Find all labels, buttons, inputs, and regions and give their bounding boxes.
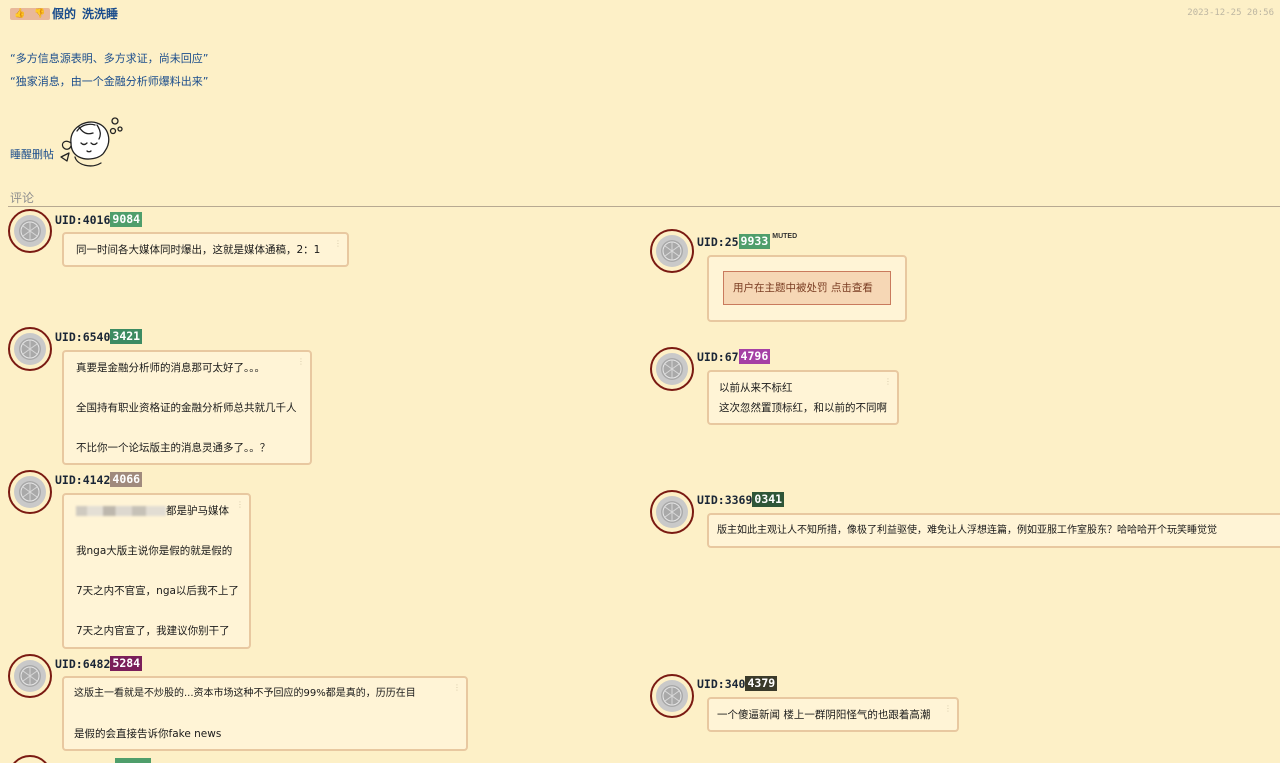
comment-text: 都是驴马媒体 bbox=[166, 505, 229, 517]
avatar[interactable] bbox=[8, 470, 52, 514]
avatar[interactable] bbox=[8, 327, 52, 371]
comment-bubble: 这版主一看就是不炒股的...资本市场这种不予回应的99%都是真的，历历在目 是假… bbox=[62, 676, 468, 751]
avatar[interactable] bbox=[8, 755, 52, 763]
avatar-icon bbox=[656, 235, 688, 267]
more-options-icon[interactable]: ⋮ bbox=[297, 358, 305, 366]
uid-prefix: UID:25 bbox=[697, 234, 739, 249]
uid-tag: 9933 bbox=[738, 234, 771, 249]
avatar-icon bbox=[656, 353, 688, 385]
avatar-icon bbox=[14, 660, 46, 692]
comment-text: 真要是金融分析师的消息那可太好了。。。 bbox=[76, 362, 265, 374]
uid-tag: 3421 bbox=[110, 329, 143, 344]
comment-uid[interactable]: UID:6482 5284 bbox=[55, 656, 143, 671]
post-quote-2: “独家消息，由一个金融分析师爆料出来” bbox=[10, 75, 209, 88]
avatar[interactable] bbox=[650, 674, 694, 718]
post-footer-text: 睡醒删帖 bbox=[10, 148, 54, 161]
comment-bubble: 一个傻逼新闻 楼上一群阴阳怪气的也跟着高潮 ⋮ bbox=[707, 697, 959, 732]
more-options-icon[interactable]: ⋮ bbox=[944, 705, 952, 713]
more-options-icon[interactable]: ⋮ bbox=[884, 378, 892, 386]
thumbs-down-icon[interactable]: 👎 bbox=[34, 9, 45, 19]
comment-text: 7天之内不官宣，nga以后我不上了 bbox=[76, 585, 239, 597]
comment-text: 7天之内官宣了，我建议你别干了 bbox=[76, 625, 230, 637]
comment-text: 一个傻逼新闻 楼上一群阴阳怪气的也跟着高潮 bbox=[717, 709, 931, 721]
avatar-icon bbox=[656, 680, 688, 712]
comment-bubble: 用户在主题中被处罚 点击查看 bbox=[707, 255, 907, 322]
avatar[interactable] bbox=[650, 490, 694, 534]
uid-prefix: UID:67 bbox=[697, 349, 739, 364]
comment-bubble: 真要是金融分析师的消息那可太好了。。。 全国持有职业资格证的金融分析师总共就几千… bbox=[62, 350, 312, 465]
comment-uid[interactable]: UID:67 4796 bbox=[697, 349, 771, 364]
comment-text: 同一时间各大媒体同时爆出，这就是媒体通稿，2：1 bbox=[76, 244, 321, 256]
redacted-text bbox=[76, 506, 166, 516]
comment-bubble: 都是驴马媒体 我nga大版主说你是假的就是假的 7天之内不官宣，nga以后我不上… bbox=[62, 493, 251, 649]
comment-text: 我nga大版主说你是假的就是假的 bbox=[76, 545, 233, 557]
post-quote-1: “多方信息源表明、多方求证，尚未回应” bbox=[10, 52, 209, 65]
more-options-icon[interactable]: ⋮ bbox=[236, 501, 244, 509]
comment-uid[interactable]: UID:4016 9084 bbox=[55, 212, 143, 227]
comment-text: 这版主一看就是不炒股的...资本市场这种不予回应的99%都是真的，历历在目 bbox=[74, 688, 416, 699]
uid-tag: 4379 bbox=[745, 676, 778, 691]
avatar[interactable] bbox=[650, 347, 694, 391]
comment-bubble: 以前从来不标红 这次忽然置顶标红，和以前的不同啊 ⋮ bbox=[707, 370, 899, 425]
uid-tag: 5284 bbox=[110, 656, 143, 671]
avatar-icon bbox=[14, 476, 46, 508]
comment-text: 版主如此主观让人不知所措，像极了利益驱使，难免让人浮想连篇，例如亚服工作室股东？… bbox=[717, 525, 1217, 536]
uid-prefix: UID:340 bbox=[697, 676, 746, 691]
uid-prefix: UID:4016 bbox=[55, 212, 111, 227]
comment-uid[interactable]: UID:4142 4066 bbox=[55, 472, 143, 487]
avatar[interactable] bbox=[650, 229, 694, 273]
uid-tag: 4066 bbox=[110, 472, 143, 487]
comment-text: 不比你一个论坛版主的消息灵通多了。。？ bbox=[76, 442, 271, 454]
avatar-icon bbox=[14, 333, 46, 365]
comment-text: 是假的会直接告诉你fake news bbox=[74, 728, 222, 740]
comment-text: 以前从来不标红 bbox=[719, 382, 793, 394]
comment-uid[interactable]: UID:340 4379 bbox=[697, 676, 778, 691]
thumbs-up-icon[interactable]: 👍 bbox=[14, 9, 25, 19]
uid-prefix: UID:6540 bbox=[55, 329, 111, 344]
comment-uid[interactable]: UID:25 9933 MUTED bbox=[697, 233, 798, 249]
post-date: 2023-12-25 20:56 bbox=[1187, 8, 1274, 18]
comment-text: 全国持有职业资格证的金融分析师总共就几千人 bbox=[76, 402, 297, 414]
uid-tag bbox=[115, 758, 151, 763]
more-options-icon[interactable]: ⋮ bbox=[334, 240, 342, 248]
more-options-icon[interactable]: ⋮ bbox=[453, 684, 461, 692]
avatar[interactable] bbox=[8, 654, 52, 698]
vote-box[interactable]: 👍 👎 bbox=[10, 8, 50, 20]
avatar-icon bbox=[14, 215, 46, 247]
post-title: 假的 洗洗睡 bbox=[52, 5, 118, 22]
avatar[interactable] bbox=[8, 209, 52, 253]
uid-prefix: UID:4142 bbox=[55, 472, 111, 487]
penalty-notice-button[interactable]: 用户在主题中被处罚 点击查看 bbox=[723, 271, 891, 305]
post-title-part2: 洗洗睡 bbox=[82, 7, 119, 21]
uid-tag: 4796 bbox=[738, 349, 771, 364]
post-title-part1: 假的 bbox=[52, 7, 77, 21]
uid-tag: 0341 bbox=[752, 492, 785, 507]
comments-label: 评论 bbox=[10, 191, 35, 205]
uid-prefix: UID:3369 bbox=[697, 492, 753, 507]
sleeping-girl-sticker bbox=[60, 117, 123, 167]
comment-bubble: 版主如此主观让人不知所措，像极了利益驱使，难免让人浮想连篇，例如亚服工作室股东？… bbox=[707, 513, 1280, 548]
comment-uid[interactable]: UID:6540 3421 bbox=[55, 329, 143, 344]
comment-text: 这次忽然置顶标红，和以前的不同啊 bbox=[719, 402, 887, 414]
uid-prefix: UID:6482 bbox=[55, 656, 111, 671]
comment-bubble: 同一时间各大媒体同时爆出，这就是媒体通稿，2：1 ⋮ bbox=[62, 232, 349, 267]
avatar-icon bbox=[656, 496, 688, 528]
comment-uid[interactable]: UID:3369 0341 bbox=[697, 492, 785, 507]
uid-tag: 9084 bbox=[110, 212, 143, 227]
muted-badge: MUTED bbox=[772, 233, 798, 240]
comments-divider bbox=[8, 206, 1280, 207]
